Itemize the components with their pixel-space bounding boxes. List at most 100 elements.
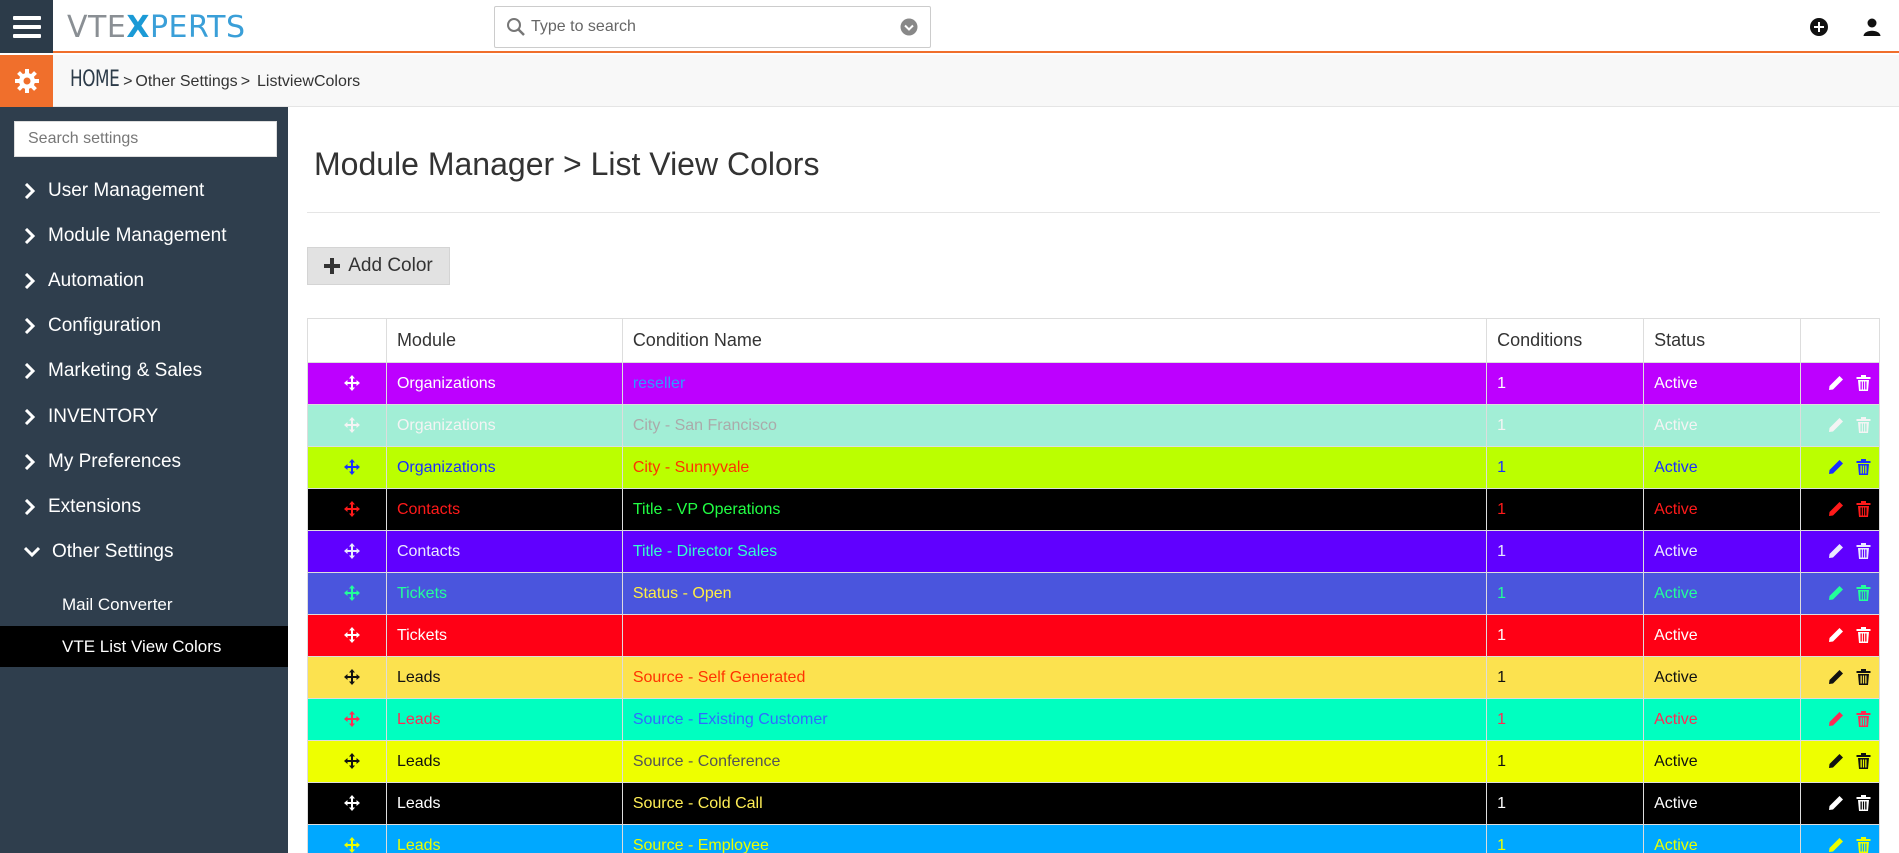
move-icon[interactable] (343, 375, 360, 392)
add-color-button[interactable]: Add Color (307, 247, 450, 285)
module-cell: Organizations (385, 446, 623, 489)
module-cell: Leads (385, 824, 623, 853)
breadcrumb-other-settings[interactable]: Other Settings (135, 73, 237, 91)
trash-icon[interactable] (1856, 543, 1871, 560)
table-row[interactable]: Tickets 1 Active (307, 614, 1881, 657)
table-row[interactable]: Contacts Title - VP Operations 1 Active (307, 488, 1881, 531)
table-row[interactable]: Organizations reseller 1 Active (307, 362, 1881, 405)
pencil-icon[interactable] (1828, 669, 1844, 685)
status-cell: Active (1643, 446, 1801, 489)
table-row[interactable]: Leads Source - Cold Call 1 Active (307, 782, 1881, 825)
column-header-status[interactable]: Status (1643, 318, 1801, 363)
pencil-icon[interactable] (1828, 837, 1844, 853)
logo[interactable]: VTEXPERTS (67, 10, 246, 45)
table-row[interactable]: Organizations City - San Francisco 1 Active (307, 404, 1881, 447)
breadcrumb-home[interactable]: HOME (70, 67, 120, 92)
drag-cell[interactable] (307, 782, 387, 825)
sidebar-item-my-preferences[interactable]: My Preferences (0, 442, 288, 482)
pencil-icon[interactable] (1828, 375, 1844, 391)
table-row[interactable]: Leads Source - Conference 1 Active (307, 740, 1881, 783)
trash-icon[interactable] (1856, 417, 1871, 434)
trash-icon[interactable] (1856, 669, 1871, 686)
table-row[interactable]: Contacts Title - Director Sales 1 Active (307, 530, 1881, 573)
drag-cell[interactable] (307, 530, 387, 573)
pencil-icon[interactable] (1828, 753, 1844, 769)
gear-icon[interactable] (0, 55, 53, 107)
move-icon[interactable] (343, 417, 360, 434)
sidebar-item-configuration[interactable]: Configuration (0, 306, 288, 346)
pencil-icon[interactable] (1828, 543, 1844, 559)
trash-icon[interactable] (1856, 375, 1871, 392)
sidebar-subitem-mail-converter[interactable]: Mail Converter (0, 584, 288, 625)
sidebar-item-inventory[interactable]: INVENTORY (0, 397, 288, 437)
sidebar-item-marketing-sales[interactable]: Marketing & Sales (0, 351, 288, 391)
actions-cell (1799, 572, 1881, 615)
settings-search-input[interactable] (15, 122, 276, 156)
pencil-icon[interactable] (1828, 585, 1844, 601)
drag-cell[interactable] (307, 488, 387, 531)
sidebar-subitem-vte-list-view-colors[interactable]: VTE List View Colors (0, 626, 288, 667)
drag-cell[interactable] (307, 404, 387, 447)
pencil-icon[interactable] (1828, 501, 1844, 517)
column-header-conditions[interactable]: Conditions (1486, 318, 1645, 363)
pencil-icon[interactable] (1828, 627, 1844, 643)
drag-cell[interactable] (307, 824, 387, 853)
sidebar-item-module-management[interactable]: Module Management (0, 216, 288, 256)
table-row[interactable]: Leads Source - Existing Customer 1 Active (307, 698, 1881, 741)
move-icon[interactable] (343, 543, 360, 560)
trash-icon[interactable] (1856, 837, 1871, 853)
move-icon[interactable] (343, 669, 360, 686)
actions-cell (1799, 488, 1881, 531)
pencil-icon[interactable] (1828, 795, 1844, 811)
pencil-icon[interactable] (1828, 459, 1844, 475)
drag-cell[interactable] (307, 698, 387, 741)
trash-icon[interactable] (1856, 585, 1871, 602)
chevron-circle-down-icon[interactable] (900, 18, 918, 36)
conditions-count-cell: 1 (1486, 740, 1645, 783)
pencil-icon[interactable] (1828, 417, 1844, 433)
module-cell: Organizations (385, 404, 623, 447)
drag-cell[interactable] (307, 572, 387, 615)
move-icon[interactable] (343, 753, 360, 770)
drag-cell[interactable] (307, 446, 387, 489)
trash-icon[interactable] (1856, 459, 1871, 476)
global-search-input[interactable] (531, 15, 871, 39)
column-header-condition-name[interactable]: Condition Name (621, 318, 1488, 363)
column-header-module[interactable]: Module (385, 318, 623, 363)
trash-icon[interactable] (1856, 753, 1871, 770)
plus-circle-icon[interactable] (1808, 16, 1830, 38)
drag-cell[interactable] (307, 656, 387, 699)
move-icon[interactable] (343, 501, 360, 518)
status-cell: Active (1643, 782, 1801, 825)
table-row[interactable]: Leads Source - Self Generated 1 Active (307, 656, 1881, 699)
move-icon[interactable] (343, 627, 360, 644)
sidebar-subitem-label: VTE List View Colors (62, 636, 222, 656)
actions-cell (1799, 782, 1881, 825)
user-icon[interactable] (1861, 16, 1883, 38)
trash-icon[interactable] (1856, 795, 1871, 812)
chevron-right-icon (24, 228, 36, 244)
trash-icon[interactable] (1856, 501, 1871, 518)
conditions-count-cell: 1 (1486, 656, 1645, 699)
pencil-icon[interactable] (1828, 711, 1844, 727)
chevron-right-icon (24, 318, 36, 334)
sidebar-item-user-management[interactable]: User Management (0, 171, 288, 211)
drag-cell[interactable] (307, 614, 387, 657)
sidebar-item-other-settings[interactable]: Other Settings (0, 532, 288, 572)
sidebar-item-automation[interactable]: Automation (0, 261, 288, 301)
trash-icon[interactable] (1856, 627, 1871, 644)
drag-cell[interactable] (307, 740, 387, 783)
table-row[interactable]: Tickets Status - Open 1 Active (307, 572, 1881, 615)
table-row[interactable]: Leads Source - Employee 1 Active (307, 824, 1881, 853)
move-icon[interactable] (343, 585, 360, 602)
sidebar-item-extensions[interactable]: Extensions (0, 487, 288, 527)
move-icon[interactable] (343, 459, 360, 476)
hamburger-icon[interactable] (0, 0, 53, 53)
move-icon[interactable] (343, 795, 360, 812)
move-icon[interactable] (343, 711, 360, 728)
sidebar-subitem-label: Mail Converter (62, 594, 173, 614)
trash-icon[interactable] (1856, 711, 1871, 728)
drag-cell[interactable] (307, 362, 387, 405)
table-row[interactable]: Organizations City - Sunnyvale 1 Active (307, 446, 1881, 489)
move-icon[interactable] (343, 837, 360, 853)
